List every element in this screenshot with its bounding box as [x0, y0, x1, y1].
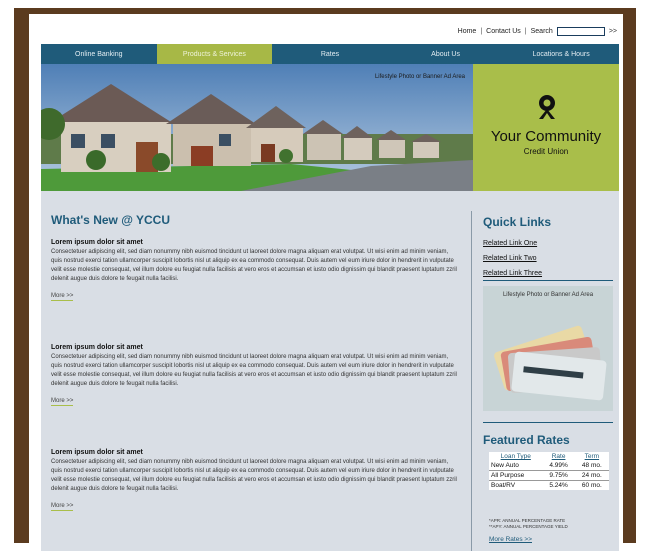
credit-cards-image: [483, 286, 613, 411]
hero-banner: Lifestyle Photo or Banner Ad Area Your C…: [41, 64, 619, 191]
rates-footnotes: *APR: ANNUAL PERCENTAGE RATE **APY: ANNU…: [489, 518, 568, 530]
banner-photo[interactable]: Lifestyle Photo or Banner Ad Area: [41, 64, 473, 191]
utility-bar: Home | Contact Us | Search >>: [458, 24, 623, 38]
related-link-one[interactable]: Related Link One: [483, 236, 542, 251]
more-rates-link[interactable]: More Rates >>: [489, 536, 532, 543]
more-link[interactable]: More >>: [51, 293, 74, 301]
search-input[interactable]: [556, 26, 605, 36]
more-link[interactable]: More >>: [51, 503, 74, 511]
separator: |: [524, 27, 527, 35]
article-title: Lorem ipsum dolor sit amet: [51, 239, 143, 246]
page-container: Home | Contact Us | Search >> Online Ban…: [29, 14, 623, 551]
brand-name: Your Community: [490, 128, 602, 145]
loan-type: All Purpose: [489, 470, 543, 481]
column-header: Rate: [551, 453, 566, 460]
ad-caption: Lifestyle Photo or Banner Ad Area: [502, 292, 594, 298]
article-body: Consectetuer adipiscing elit, sed diam n…: [51, 249, 457, 282]
news-article: Lorem ipsum dolor sit amet Consectetuer …: [51, 344, 457, 407]
featured-rates-title: Featured Rates: [483, 433, 570, 447]
houses-photo-image: [41, 64, 473, 191]
loan-type: Boat/RV: [489, 480, 543, 490]
main-nav: Online Banking Products & Services Rates…: [41, 44, 619, 64]
term-value: 60 mo.: [574, 480, 609, 490]
article-title: Lorem ipsum dolor sit amet: [51, 449, 143, 456]
nav-item-locations-hours[interactable]: Locations & Hours: [503, 44, 619, 64]
loan-type: New Auto: [491, 462, 519, 469]
rate-value: 5.24%: [542, 480, 575, 490]
credit-union-logo-icon: [539, 95, 555, 119]
article-title: Lorem ipsum dolor sit amet: [51, 344, 143, 351]
related-link-three[interactable]: Related Link Three: [483, 266, 542, 281]
contact-link[interactable]: Contact Us: [486, 28, 521, 35]
quick-links-title: Quick Links: [483, 215, 552, 229]
nav-item-about-us[interactable]: About Us: [388, 44, 504, 64]
rates-table: Loan Type Rate Term New Auto 4.99% 48 mo…: [489, 452, 609, 490]
search-label: Search: [530, 27, 553, 35]
table-row: New Auto 4.99% 48 mo.: [489, 461, 609, 471]
term-value: 24 mo.: [574, 470, 609, 481]
content-area: What's New @ YCCU Lorem ipsum dolor sit …: [41, 191, 619, 551]
banner-caption: Lifestyle Photo or Banner Ad Area: [374, 74, 465, 80]
nav-item-online-banking[interactable]: Online Banking: [41, 44, 157, 64]
article-body: Consectetuer adipiscing elit, sed diam n…: [51, 354, 457, 387]
column-header: Loan Type: [500, 453, 531, 460]
sidebar-ad[interactable]: Lifestyle Photo or Banner Ad Area: [483, 286, 613, 411]
brand-panel: Your Community Credit Union: [473, 64, 619, 191]
column-header: Term: [584, 453, 600, 460]
column-divider: [471, 211, 472, 551]
search-go-button[interactable]: >>: [609, 28, 617, 35]
sidebar-rule: [483, 422, 613, 423]
rate-value: 9.75%: [542, 470, 575, 481]
rate-value: 4.99%: [549, 462, 568, 469]
sidebar-rule: [483, 280, 613, 281]
article-body: Consectetuer adipiscing elit, sed diam n…: [51, 459, 457, 492]
quick-links-list: Related Link One Related Link Two Relate…: [483, 236, 542, 281]
nav-item-products-services[interactable]: Products & Services: [156, 44, 273, 64]
brand-subtitle: Credit Union: [523, 147, 569, 156]
table-row: All Purpose 9.75% 24 mo.: [489, 470, 609, 481]
news-article: Lorem ipsum dolor sit amet Consectetuer …: [51, 449, 457, 512]
more-link[interactable]: More >>: [51, 398, 74, 406]
page-title: What's New @ YCCU: [51, 213, 171, 227]
home-link[interactable]: Home: [458, 28, 477, 35]
footnote: **APY: ANNUAL PERCENTAGE YIELD: [489, 524, 568, 529]
news-article: Lorem ipsum dolor sit amet Consectetuer …: [51, 239, 457, 302]
related-link-two[interactable]: Related Link Two: [483, 251, 542, 266]
separator: |: [480, 27, 483, 35]
table-row: Boat/RV 5.24% 60 mo.: [489, 480, 609, 490]
nav-item-rates[interactable]: Rates: [272, 44, 388, 64]
term-value: 48 mo.: [581, 462, 602, 469]
